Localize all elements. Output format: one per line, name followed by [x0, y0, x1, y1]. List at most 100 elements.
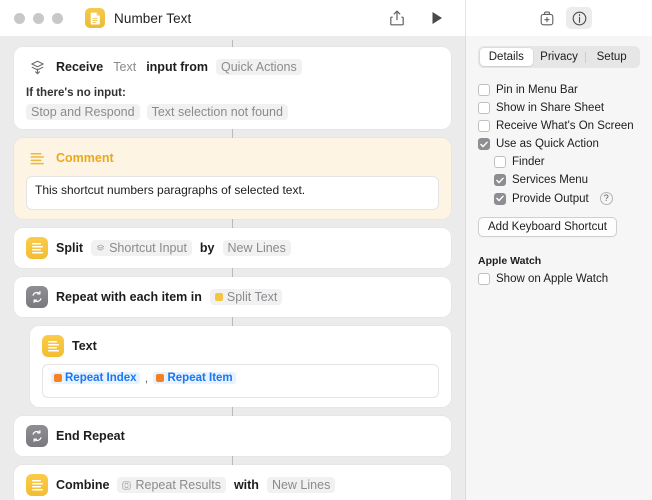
window-title-group: Number Text — [85, 8, 191, 28]
close-button[interactable] — [14, 12, 25, 24]
sidebar-tabs[interactable]: Details Privacy Setup — [478, 46, 640, 68]
shortcuts-window: Number Text Receive Text input from Quic… — [0, 0, 652, 500]
text-icon — [26, 474, 48, 496]
action-title: Receive — [56, 60, 104, 74]
add-action-icon[interactable] — [534, 7, 560, 29]
check-icon — [496, 177, 504, 183]
option-services-menu[interactable]: Services Menu — [478, 174, 640, 186]
connector-line — [232, 40, 233, 47]
param-quick-actions[interactable]: Quick Actions — [216, 59, 302, 75]
action-card-combine[interactable]: Combine Repeat Results with New Lines — [14, 465, 451, 500]
token-shortcut-input[interactable]: Shortcut Input — [91, 240, 192, 256]
option-receive-whats-on-screen[interactable]: Receive What's On Screen — [478, 120, 640, 132]
token-repeat-item[interactable]: Repeat Item — [153, 372, 236, 384]
param-separator[interactable]: New Lines — [266, 477, 336, 493]
toolbar — [387, 0, 652, 36]
option-label: Services Menu — [512, 174, 589, 186]
document-icon — [85, 8, 105, 28]
text-icon — [26, 237, 48, 259]
action-title: Combine — [56, 478, 110, 492]
param-connector-word: with — [233, 478, 259, 492]
no-input-label: If there's no input: — [26, 87, 126, 99]
no-input-behavior[interactable]: Stop and Respond — [26, 104, 140, 120]
share-icon[interactable] — [387, 8, 407, 28]
checkbox[interactable] — [478, 273, 490, 285]
option-provide-output[interactable]: Provide Output ? — [478, 192, 640, 205]
tab-setup[interactable]: Setup — [585, 48, 638, 66]
checkbox[interactable] — [478, 120, 490, 132]
token-label: Repeat Results — [135, 478, 221, 492]
variable-square-icon — [156, 374, 165, 382]
option-label: Receive What's On Screen — [496, 120, 634, 132]
connector-line — [232, 317, 233, 326]
text-content-field[interactable]: Repeat Index , Repeat Item — [42, 364, 439, 398]
receive-input-icon — [96, 244, 105, 250]
checkbox[interactable] — [494, 192, 506, 205]
action-title: Repeat with each item in — [56, 290, 202, 304]
checkbox[interactable] — [478, 84, 490, 96]
param-text[interactable]: Text — [111, 59, 138, 75]
repeat-icon — [26, 286, 48, 308]
param-connector-word: by — [199, 241, 215, 255]
comment-lines-icon — [26, 147, 48, 169]
check-icon — [480, 141, 488, 147]
workflow-canvas[interactable]: Receive Text input from Quick Actions If… — [0, 36, 465, 500]
details-sidebar: Details Privacy Setup Pin in Menu Bar Sh… — [465, 36, 652, 500]
token-separator: , — [144, 373, 149, 385]
param-connector-word: input from — [146, 60, 208, 74]
minimize-button[interactable] — [33, 12, 44, 24]
action-card-split[interactable]: Split Shortcut Input by New Lines — [14, 228, 451, 268]
option-label: Pin in Menu Bar — [496, 84, 578, 96]
checkbox[interactable] — [494, 156, 506, 168]
checkbox[interactable] — [478, 138, 490, 150]
token-repeat-results[interactable]: Repeat Results — [117, 477, 226, 493]
token-split-text[interactable]: Split Text — [209, 289, 283, 305]
checkbox[interactable] — [494, 174, 506, 186]
option-pin-in-menu-bar[interactable]: Pin in Menu Bar — [478, 84, 640, 96]
option-label: Show on Apple Watch — [496, 273, 609, 285]
variable-square-icon — [54, 374, 62, 382]
add-keyboard-shortcut-button[interactable]: Add Keyboard Shortcut — [478, 217, 617, 237]
option-finder[interactable]: Finder — [478, 156, 640, 168]
param-separator[interactable]: New Lines — [222, 240, 291, 256]
tab-details[interactable]: Details — [480, 48, 533, 66]
title-bar: Number Text — [0, 0, 652, 36]
action-card-text[interactable]: Text Repeat Index , Repeat Item — [30, 326, 451, 407]
help-icon[interactable]: ? — [599, 192, 613, 205]
connector-line — [232, 268, 233, 277]
repeat-body: Text Repeat Index , Repeat Item — [14, 326, 451, 407]
repeat-icon — [26, 425, 48, 447]
action-card-comment[interactable]: Comment This shortcut numbers paragraphs… — [14, 138, 451, 219]
action-card-receive[interactable]: Receive Text input from Quick Actions If… — [14, 47, 451, 129]
page-title: Number Text — [114, 10, 192, 26]
option-show-in-share-sheet[interactable]: Show in Share Sheet — [478, 102, 640, 114]
play-icon[interactable] — [427, 8, 447, 28]
token-label: Shortcut Input — [109, 241, 187, 255]
action-title: Comment — [56, 151, 114, 165]
option-label: Show in Share Sheet — [496, 102, 605, 114]
action-card-repeat[interactable]: Repeat with each item in Split Text — [14, 277, 451, 317]
option-use-as-quick-action[interactable]: Use as Quick Action — [478, 138, 640, 150]
zoom-button[interactable] — [52, 12, 63, 24]
comment-text-field[interactable]: This shortcut numbers paragraphs of sele… — [26, 176, 439, 210]
traffic-lights — [0, 12, 63, 24]
action-title: End Repeat — [56, 429, 125, 443]
option-label: Finder — [512, 156, 545, 168]
option-show-on-apple-watch[interactable]: Show on Apple Watch — [478, 273, 640, 285]
connector-line — [232, 129, 233, 138]
token-label: Repeat Item — [167, 372, 233, 384]
action-card-end-repeat[interactable]: End Repeat — [14, 416, 451, 456]
connector-line — [232, 456, 233, 465]
apple-watch-section-title: Apple Watch — [478, 255, 542, 267]
checkbox[interactable] — [478, 102, 490, 114]
action-title: Split — [56, 241, 84, 255]
check-icon — [496, 195, 504, 202]
text-icon — [42, 335, 64, 357]
repeat-icon — [122, 480, 132, 490]
token-label: Repeat Index — [65, 372, 137, 384]
option-label: Use as Quick Action — [496, 138, 599, 150]
token-repeat-index[interactable]: Repeat Index — [51, 372, 140, 384]
no-input-message[interactable]: Text selection not found — [146, 104, 288, 120]
tab-privacy[interactable]: Privacy — [533, 48, 586, 66]
info-icon[interactable] — [566, 7, 592, 29]
